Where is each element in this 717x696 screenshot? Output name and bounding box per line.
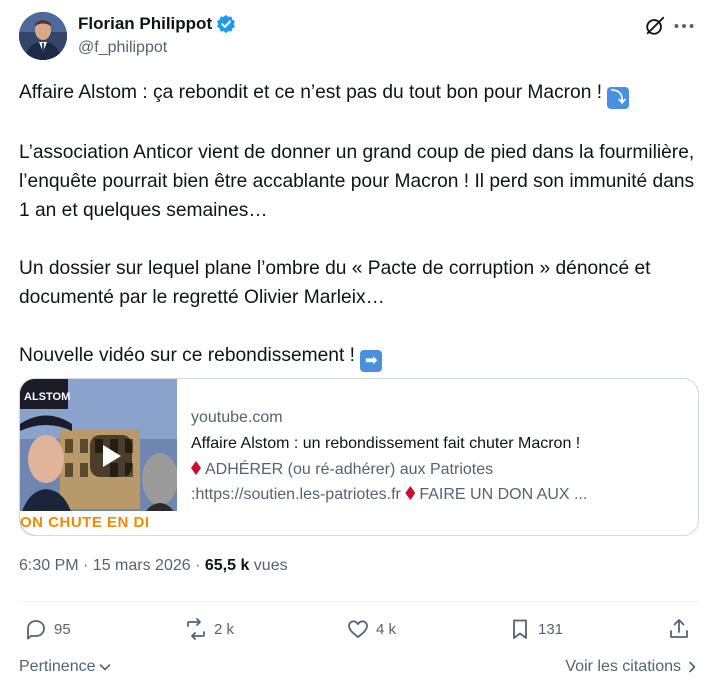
avatar[interactable] [19,12,67,60]
tweet-line-3: Un dossier sur lequel plane l’ombre du «… [19,258,651,308]
views-label: vues [249,557,288,574]
link-card[interactable]: ALSTOM ON CHUTE EN DI youtube.com Affair… [19,378,699,536]
card-title: Affaire Alstom : un rebondissement fait … [191,435,581,452]
bookmark-count: 131 [538,620,564,638]
repost-count: 2 k [214,620,235,638]
chevron-down-icon [99,664,110,671]
timestamp[interactable]: 6:30 PM · 15 mars 2026 · [19,557,205,574]
sort-label: Pertinence [19,658,96,675]
tweet-header: Florian Philippot @f_philippot [19,10,699,62]
tweet-text: Affaire Alstom : ça rebondit et ce n’est… [19,78,699,372]
quotes-label: Voir les citations [565,658,681,675]
share-button[interactable] [667,617,697,641]
view-quotes-link[interactable]: Voir les citations [565,658,699,676]
tweet-line-4: Nouvelle vidéo sur ce rebondissement ! [19,345,355,366]
video-thumbnail[interactable]: ALSTOM ON CHUTE EN DI [20,379,177,535]
card-description: ADHÉRER (ou ré-adhérer) aux Patriotes :h… [191,457,686,507]
divider [19,601,699,602]
grok-icon[interactable] [644,15,666,37]
author-handle[interactable]: @f_philippot [78,39,167,57]
card-domain: youtube.com [191,409,283,426]
like-count: 4 k [376,620,397,638]
share-icon [670,619,688,638]
card-desc-line-2: FAIRE UN DON AUX ... [419,486,588,503]
chevron-right-icon [689,661,696,673]
sort-dropdown[interactable]: Pertinence [19,658,112,676]
views-count: 65,5 k [204,557,250,574]
repost-icon [187,618,205,640]
verified-badge-icon [217,14,236,34]
red-diamond-icon [405,486,416,500]
thumbnail-cap-text: ALSTOM [24,391,71,403]
reply-icon [27,620,45,640]
tweet-line-1: Affaire Alstom : ça rebondit et ce n’est… [19,82,603,103]
thumbnail-caption: ON CHUTE EN DI [20,514,150,531]
replies-footer: Pertinence Voir les citations [19,658,699,680]
arrow-down-emoji-icon: ⤵ [607,87,630,109]
action-bar: 95 2 k 4 k 131 [19,617,699,647]
repost-button[interactable]: 2 k [184,617,234,641]
reply-button[interactable]: 95 [24,617,71,641]
card-desc-line-1: ADHÉRER (ou ré-adhérer) aux Patriotes [205,461,494,478]
red-diamond-icon [191,461,201,475]
arrow-right-emoji-icon: ➡ [360,350,383,372]
avatar-image [19,12,67,60]
like-button[interactable]: 4 k [346,617,396,641]
author-name[interactable]: Florian Philippot [78,14,212,34]
more-options-icon[interactable] [671,13,697,39]
reply-count: 95 [54,620,71,638]
tweet-meta: 6:30 PM · 15 mars 2026 · 65,5 k vues [19,557,288,575]
card-desc-link: :https://soutien.les-patriotes.fr [191,486,401,503]
bookmark-icon [513,619,527,639]
heart-icon [348,620,368,638]
tweet-line-2: L’association Anticor vient de donner un… [19,142,695,221]
bookmark-button[interactable]: 131 [508,617,563,641]
